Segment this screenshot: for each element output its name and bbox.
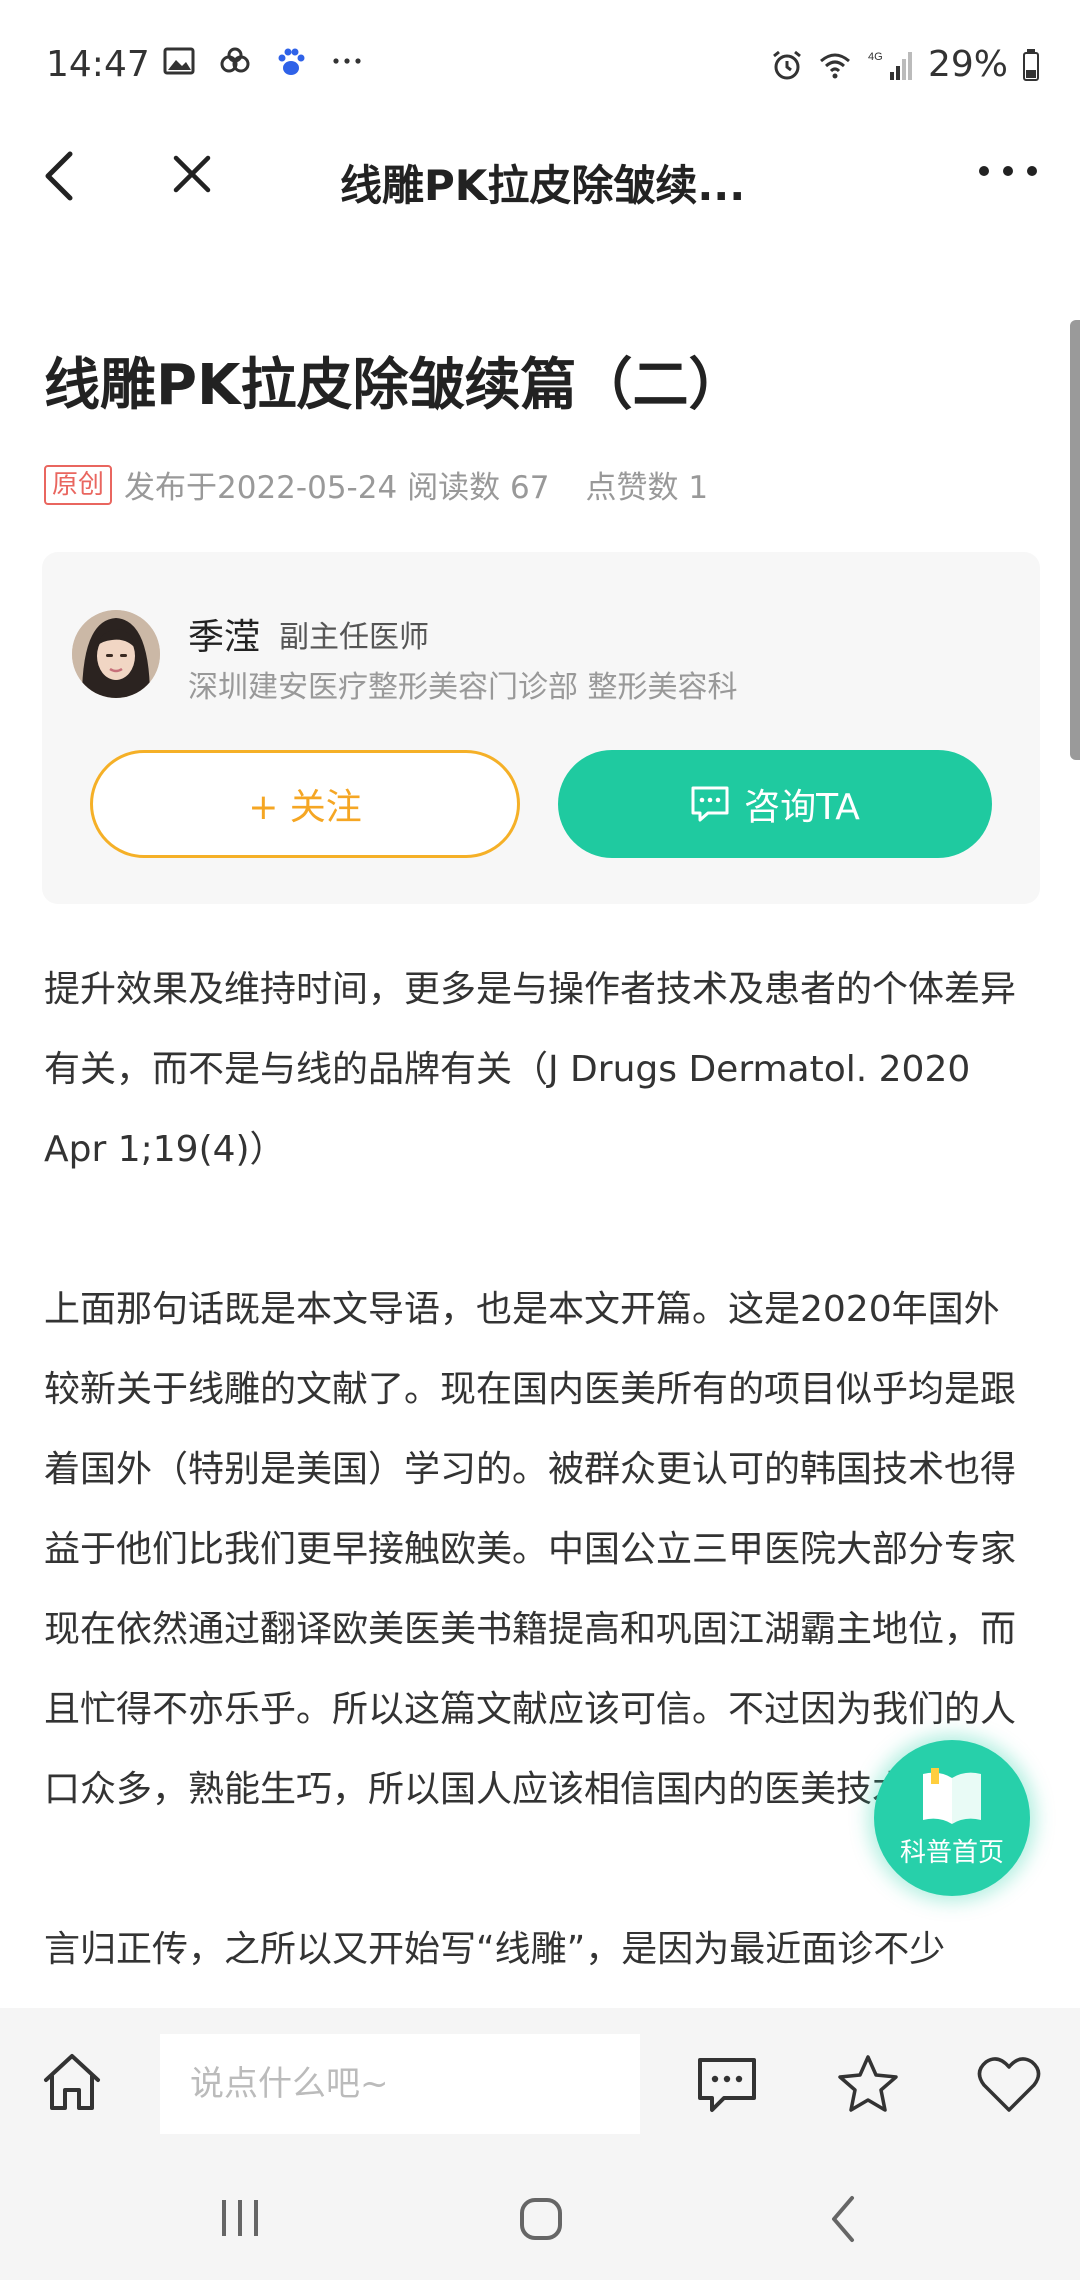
gallery-icon	[163, 47, 195, 75]
status-notification-icons	[162, 44, 364, 78]
wifi-icon	[820, 53, 850, 78]
science-home-label: 科普首页	[899, 1837, 1004, 1868]
recent-apps-icon[interactable]	[218, 2198, 262, 2238]
article-paragraph: 言归正传，之所以又开始写“线雕”，是因为最近面诊不少	[44, 1929, 946, 1970]
consult-button[interactable]: 咨询TA	[558, 750, 992, 858]
open-book-icon	[923, 1767, 981, 1824]
more-options-icon[interactable]	[976, 156, 1040, 186]
article-paragraph: 提升效果及维持时间，更多是与操作者技术及患者的个体差异有关，而不是与线的品牌有关…	[44, 969, 1017, 1170]
like-heart-icon[interactable]	[976, 2052, 1042, 2116]
comments-icon[interactable]	[696, 2054, 758, 2116]
read-count: 阅读数 67	[407, 470, 550, 506]
nav-title: 线雕PK拉皮除皱续...	[340, 161, 746, 210]
home-icon[interactable]	[40, 2050, 104, 2114]
scroll-indicator[interactable]	[1070, 320, 1080, 760]
avatar-portrait-icon	[72, 610, 160, 698]
publish-date: 发布于2022-05-24	[124, 470, 398, 506]
author-organization: 深圳建安医疗整形美容门诊部 整形美容科	[188, 670, 738, 705]
like-count: 点赞数 1	[585, 470, 709, 506]
article-paragraph: 上面那句话既是本文导语，也是本文开篇。这是2020年国外较新关于线雕的文献了。现…	[44, 1289, 1017, 1810]
original-badge: 原创	[44, 464, 113, 505]
baidu-paw-icon	[278, 48, 305, 75]
chat-icon	[691, 786, 729, 822]
more-notifications-icon	[333, 58, 361, 64]
close-icon[interactable]	[170, 152, 214, 196]
top-nav-bar: 线雕PK拉皮除皱续...	[0, 130, 1080, 220]
cloud-link-icon	[220, 47, 250, 73]
author-card: 季滢 副主任医师 深圳建安医疗整形美容门诊部 整形美容科 + 关注 咨询TA	[42, 552, 1040, 904]
author-title: 副主任医师	[279, 620, 429, 655]
system-back-icon[interactable]	[828, 2194, 858, 2244]
system-navigation-bar	[0, 2158, 1080, 2280]
home-button-icon[interactable]	[518, 2196, 564, 2242]
avatar[interactable]	[72, 610, 160, 698]
favorite-star-icon[interactable]	[836, 2052, 900, 2116]
alarm-icon	[773, 50, 801, 79]
battery-icon	[1023, 48, 1039, 81]
signal-4g-icon: 4G	[868, 51, 912, 80]
article-body: 提升效果及维持时间，更多是与操作者技术及患者的个体差异有关，而不是与线的品牌有关…	[44, 950, 1024, 2070]
status-time: 14:47	[46, 44, 150, 85]
status-bar: 14:47 4G 29%	[0, 0, 1080, 130]
author-name[interactable]: 季滢	[188, 608, 260, 660]
bottom-toolbar	[0, 2008, 1080, 2158]
consult-button-label: 咨询TA	[744, 787, 860, 828]
article-meta: 原创 发布于2022-05-24 阅读数 67 点赞数 1	[44, 462, 708, 507]
follow-button[interactable]: + 关注	[90, 750, 520, 858]
status-system-icons: 4G 29%	[770, 44, 1040, 85]
comment-input[interactable]	[160, 2034, 640, 2134]
battery-percent: 29%	[927, 44, 1008, 85]
science-home-float-button[interactable]: 科普首页	[874, 1740, 1030, 1896]
back-icon[interactable]	[38, 148, 82, 204]
article-title: 线雕PK拉皮除皱续篇（二）	[44, 353, 745, 418]
svg-text:4G: 4G	[868, 51, 883, 63]
